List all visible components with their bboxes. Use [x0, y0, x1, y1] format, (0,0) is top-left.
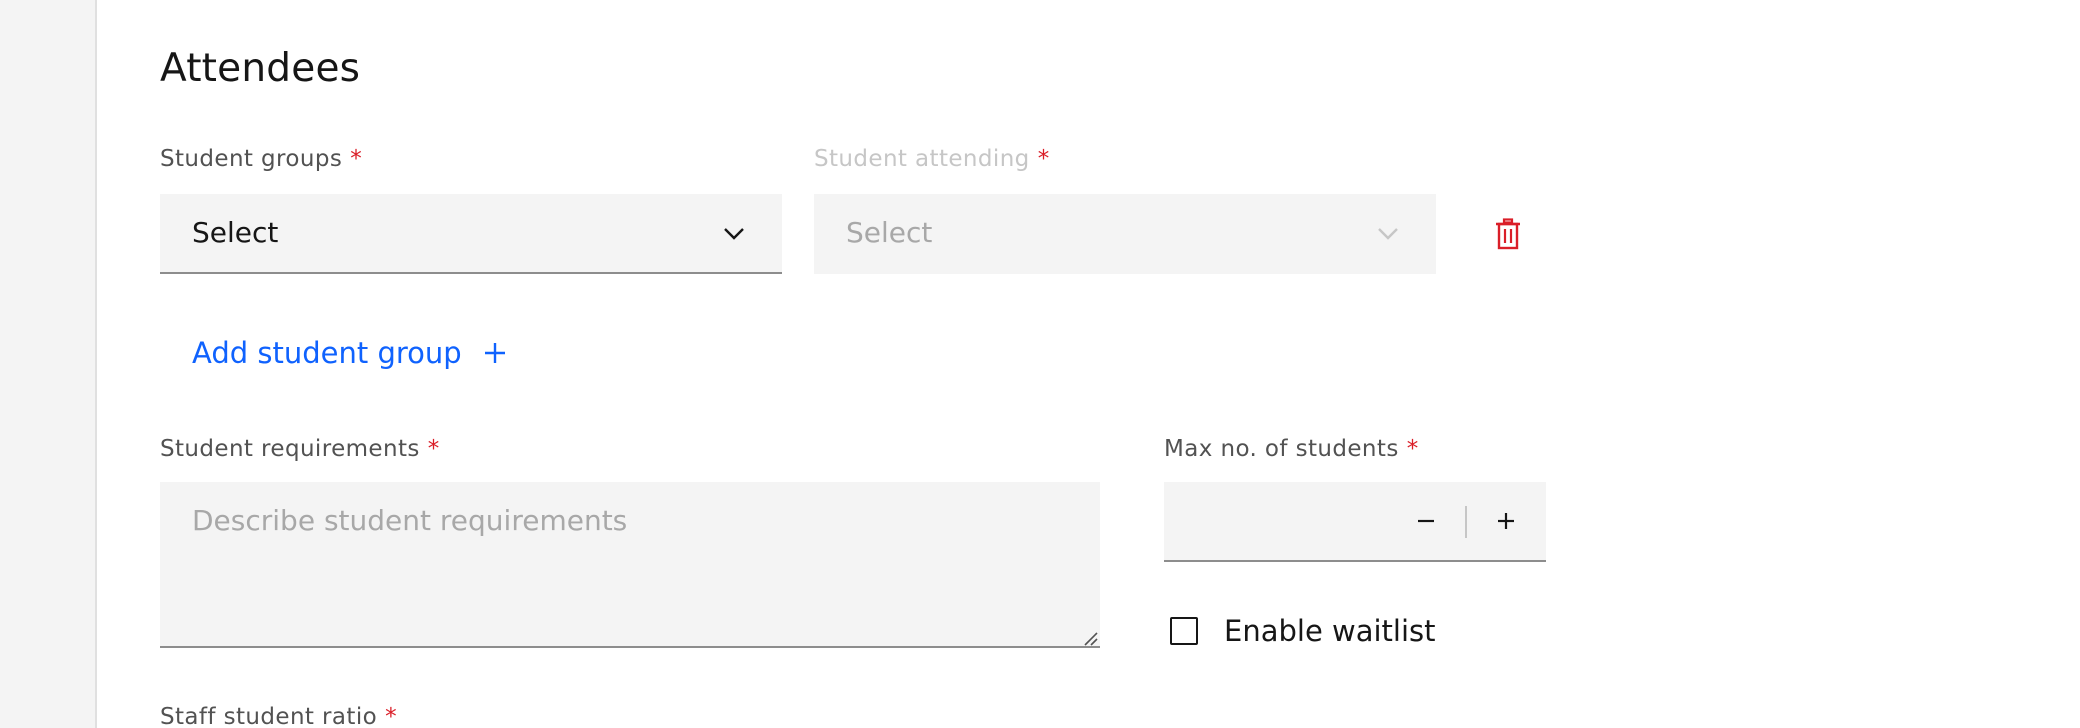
student-attending-select-value: Select [846, 216, 933, 249]
plus-icon [1498, 513, 1514, 529]
required-mark: * [1406, 436, 1419, 462]
left-rail [0, 0, 97, 728]
student-groups-label: Student groups * [160, 146, 362, 172]
section-title: Attendees [160, 46, 361, 91]
add-student-group-label: Add student group [192, 336, 462, 370]
add-student-group-button[interactable]: Add student group [192, 336, 506, 370]
required-mark: * [350, 146, 363, 172]
chevron-down-icon [1378, 228, 1398, 240]
resize-handle-icon[interactable] [1082, 630, 1098, 646]
student-attending-label: Student attending * [814, 146, 1050, 172]
student-attending-label-text: Student attending [814, 146, 1030, 172]
max-students-label: Max no. of students * [1164, 436, 1419, 462]
student-groups-label-text: Student groups [160, 146, 343, 172]
max-students-label-text: Max no. of students [1164, 436, 1399, 462]
student-attending-select[interactable]: Select [814, 194, 1436, 274]
enable-waitlist-label: Enable waitlist [1224, 614, 1436, 648]
student-requirements-label: Student requirements * [160, 436, 440, 462]
max-students-stepper [1164, 482, 1546, 562]
decrement-button[interactable] [1386, 482, 1466, 560]
minus-icon [1418, 519, 1434, 523]
staff-ratio-label: Staff student ratio * [160, 704, 397, 728]
increment-button[interactable] [1466, 482, 1546, 560]
student-requirements-label-text: Student requirements [160, 436, 420, 462]
required-mark: * [1037, 146, 1050, 172]
trash-icon[interactable] [1494, 218, 1522, 250]
plus-icon [484, 343, 505, 363]
required-mark: * [385, 704, 397, 728]
staff-ratio-label-text: Staff student ratio [160, 704, 378, 728]
enable-waitlist-checkbox[interactable]: Enable waitlist [1170, 614, 1436, 648]
checkbox-box[interactable] [1170, 617, 1198, 645]
page: Attendees Student groups * Select Student… [0, 0, 2080, 728]
student-requirements-textarea[interactable] [160, 482, 1100, 648]
chevron-down-icon [724, 228, 744, 240]
student-groups-select-value: Select [192, 216, 279, 249]
student-groups-select[interactable]: Select [160, 194, 782, 274]
required-mark: * [427, 436, 440, 462]
